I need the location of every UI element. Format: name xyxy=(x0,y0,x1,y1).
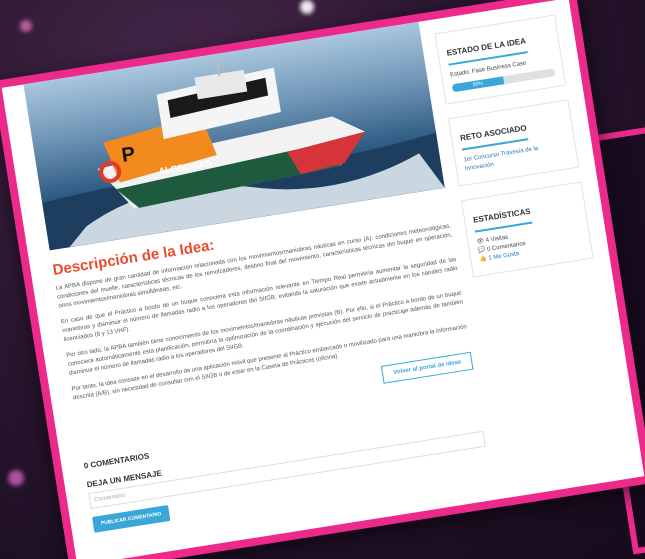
challenge-title: RETO ASOCIADO xyxy=(459,123,529,151)
idea-card: P ALGECIRAS Descripción de la Idea: La A… xyxy=(0,0,645,559)
stats-box: ESTADÍSTICAS 👁 4 Visitas 💬 0 Comentarios… xyxy=(460,181,594,278)
stats-title: ESTADÍSTICAS xyxy=(472,206,533,233)
bokeh-light xyxy=(300,0,314,14)
thumbs-up-icon: 👍 xyxy=(479,256,488,264)
comment-icon: 💬 xyxy=(477,247,486,255)
bokeh-light xyxy=(20,20,32,32)
bokeh-light xyxy=(8,470,24,486)
idea-state-box: ESTADO DE LA IDEA Estado: Fase Business … xyxy=(434,14,567,105)
publish-comment-button[interactable]: PUBLICAR COMENTARIO xyxy=(91,504,171,533)
idea-page: P ALGECIRAS Descripción de la Idea: La A… xyxy=(1,0,645,559)
eye-icon: 👁 xyxy=(476,238,485,246)
challenge-box: RETO ASOCIADO 1er Concurso Travesía de l… xyxy=(447,99,580,187)
main-column: P ALGECIRAS Descripción de la Idea: La A… xyxy=(23,21,494,559)
